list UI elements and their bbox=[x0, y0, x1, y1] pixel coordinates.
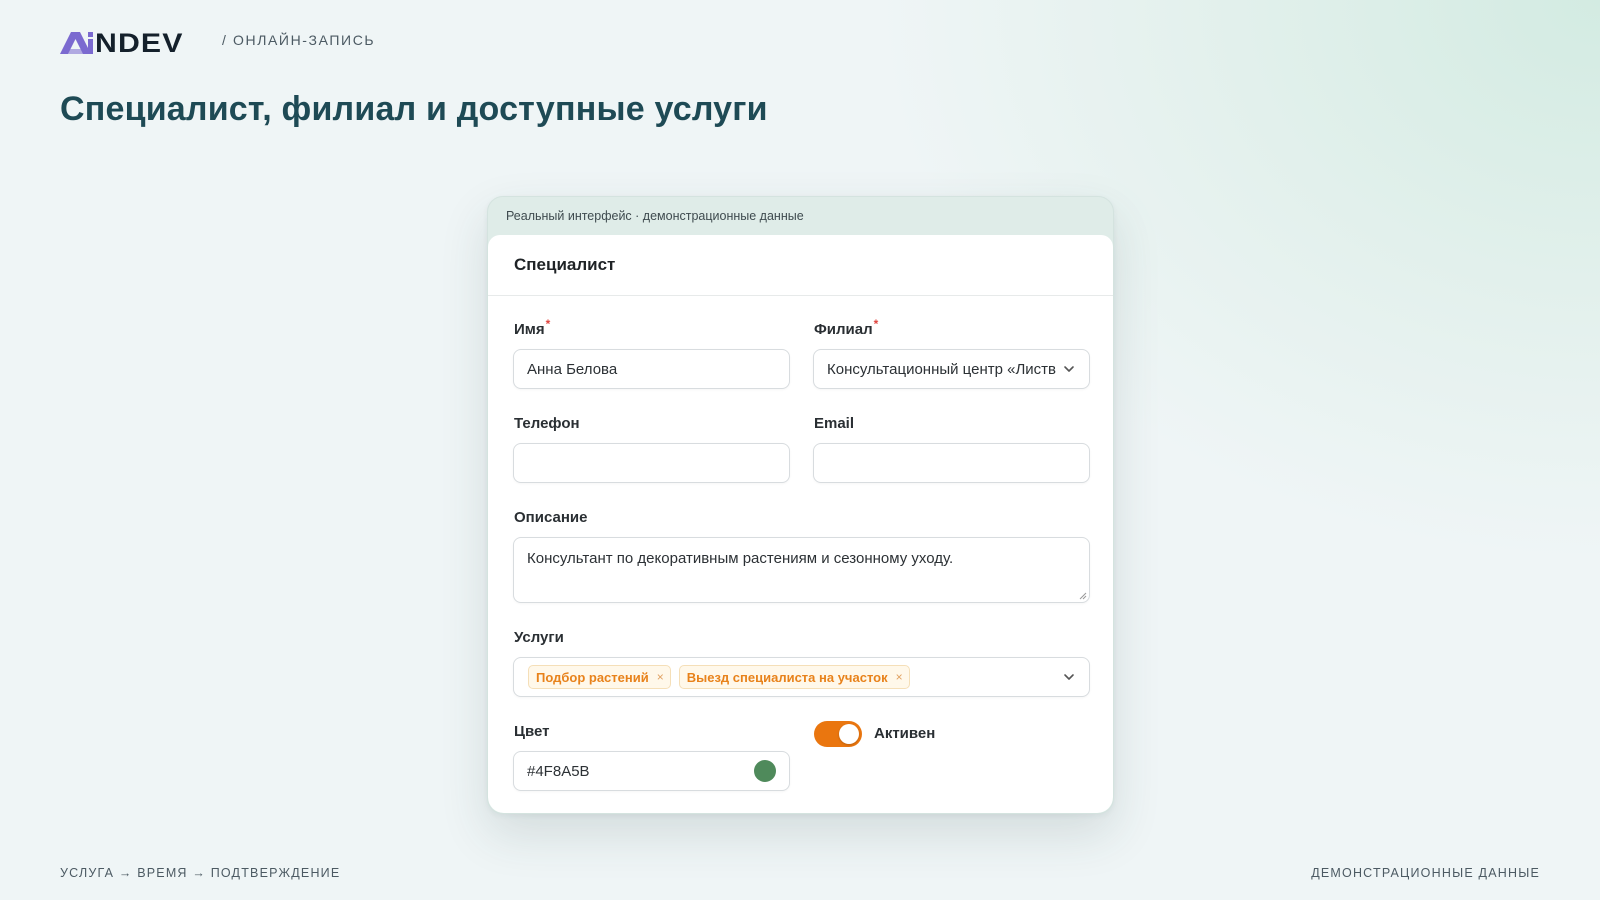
description-value: Консультант по декоративным растениям и … bbox=[527, 550, 954, 567]
specialist-card: Реальный интерфейс · демонстрационные да… bbox=[487, 196, 1114, 814]
phone-field[interactable] bbox=[513, 443, 790, 483]
remove-tag-icon[interactable]: × bbox=[896, 670, 903, 684]
name-label-text: Имя bbox=[514, 321, 545, 338]
branch-select[interactable]: Консультационный центр «Листва» bbox=[813, 349, 1090, 389]
specialist-form: Специалист Имя* Анна Белова Филиал* Конс… bbox=[488, 235, 1113, 813]
service-tag-label: Выезд специалиста на участок bbox=[686, 669, 888, 685]
description-textarea[interactable]: Консультант по декоративным растениям и … bbox=[513, 537, 1090, 603]
chevron-down-icon bbox=[1064, 366, 1074, 372]
form-title: Специалист bbox=[488, 235, 1113, 296]
services-label: Услуги bbox=[514, 629, 564, 646]
color-field[interactable]: #4F8A5B bbox=[513, 751, 790, 791]
name-field[interactable]: Анна Белова bbox=[513, 349, 790, 389]
demo-data-note: ДЕМОНСТРАЦИОННЫЕ ДАННЫЕ bbox=[1311, 866, 1540, 880]
description-label: Описание bbox=[514, 509, 588, 526]
color-value: #4F8A5B bbox=[527, 762, 590, 780]
name-value: Анна Белова bbox=[527, 360, 618, 378]
remove-tag-icon[interactable]: × bbox=[657, 670, 664, 684]
aindev-logo[interactable]: NDEV bbox=[60, 26, 182, 57]
active-label: Активен bbox=[874, 725, 936, 742]
page-title: Специалист, филиал и доступные услуги bbox=[60, 90, 768, 128]
service-tag-label: Подбор растений bbox=[536, 669, 649, 685]
header: NDEV / ОНЛАЙН-ЗАПИСЬ bbox=[60, 26, 376, 57]
logo-text: NDEV bbox=[95, 28, 184, 58]
resize-handle-icon[interactable] bbox=[1077, 590, 1087, 600]
name-label: Имя* bbox=[514, 317, 550, 338]
color-label: Цвет bbox=[514, 723, 550, 740]
email-label: Email bbox=[814, 415, 855, 432]
email-field[interactable] bbox=[813, 443, 1090, 483]
color-swatch[interactable] bbox=[754, 760, 776, 782]
chevron-down-icon bbox=[1064, 674, 1074, 680]
logo-mark-icon bbox=[60, 32, 93, 54]
services-multiselect[interactable]: Подбор растений × Выезд специалиста на у… bbox=[513, 657, 1090, 697]
phone-label: Телефон bbox=[514, 415, 580, 432]
service-tag: Выезд специалиста на участок × bbox=[678, 665, 910, 689]
branch-value: Консультационный центр «Листва» bbox=[827, 360, 1056, 378]
required-mark: * bbox=[545, 317, 551, 331]
card-note: Реальный интерфейс · демонстрационные да… bbox=[506, 209, 804, 223]
flow-steps: УСЛУГА → ВРЕМЯ → ПОДТВЕРЖДЕНИЕ bbox=[60, 866, 341, 880]
toggle-knob bbox=[839, 724, 859, 744]
active-toggle[interactable] bbox=[814, 721, 862, 747]
branch-label: Филиал* bbox=[814, 317, 878, 338]
service-tag: Подбор растений × bbox=[528, 665, 671, 689]
required-mark: * bbox=[873, 317, 879, 331]
breadcrumb: / ОНЛАЙН-ЗАПИСЬ bbox=[222, 32, 376, 48]
branch-label-text: Филиал bbox=[814, 321, 873, 338]
